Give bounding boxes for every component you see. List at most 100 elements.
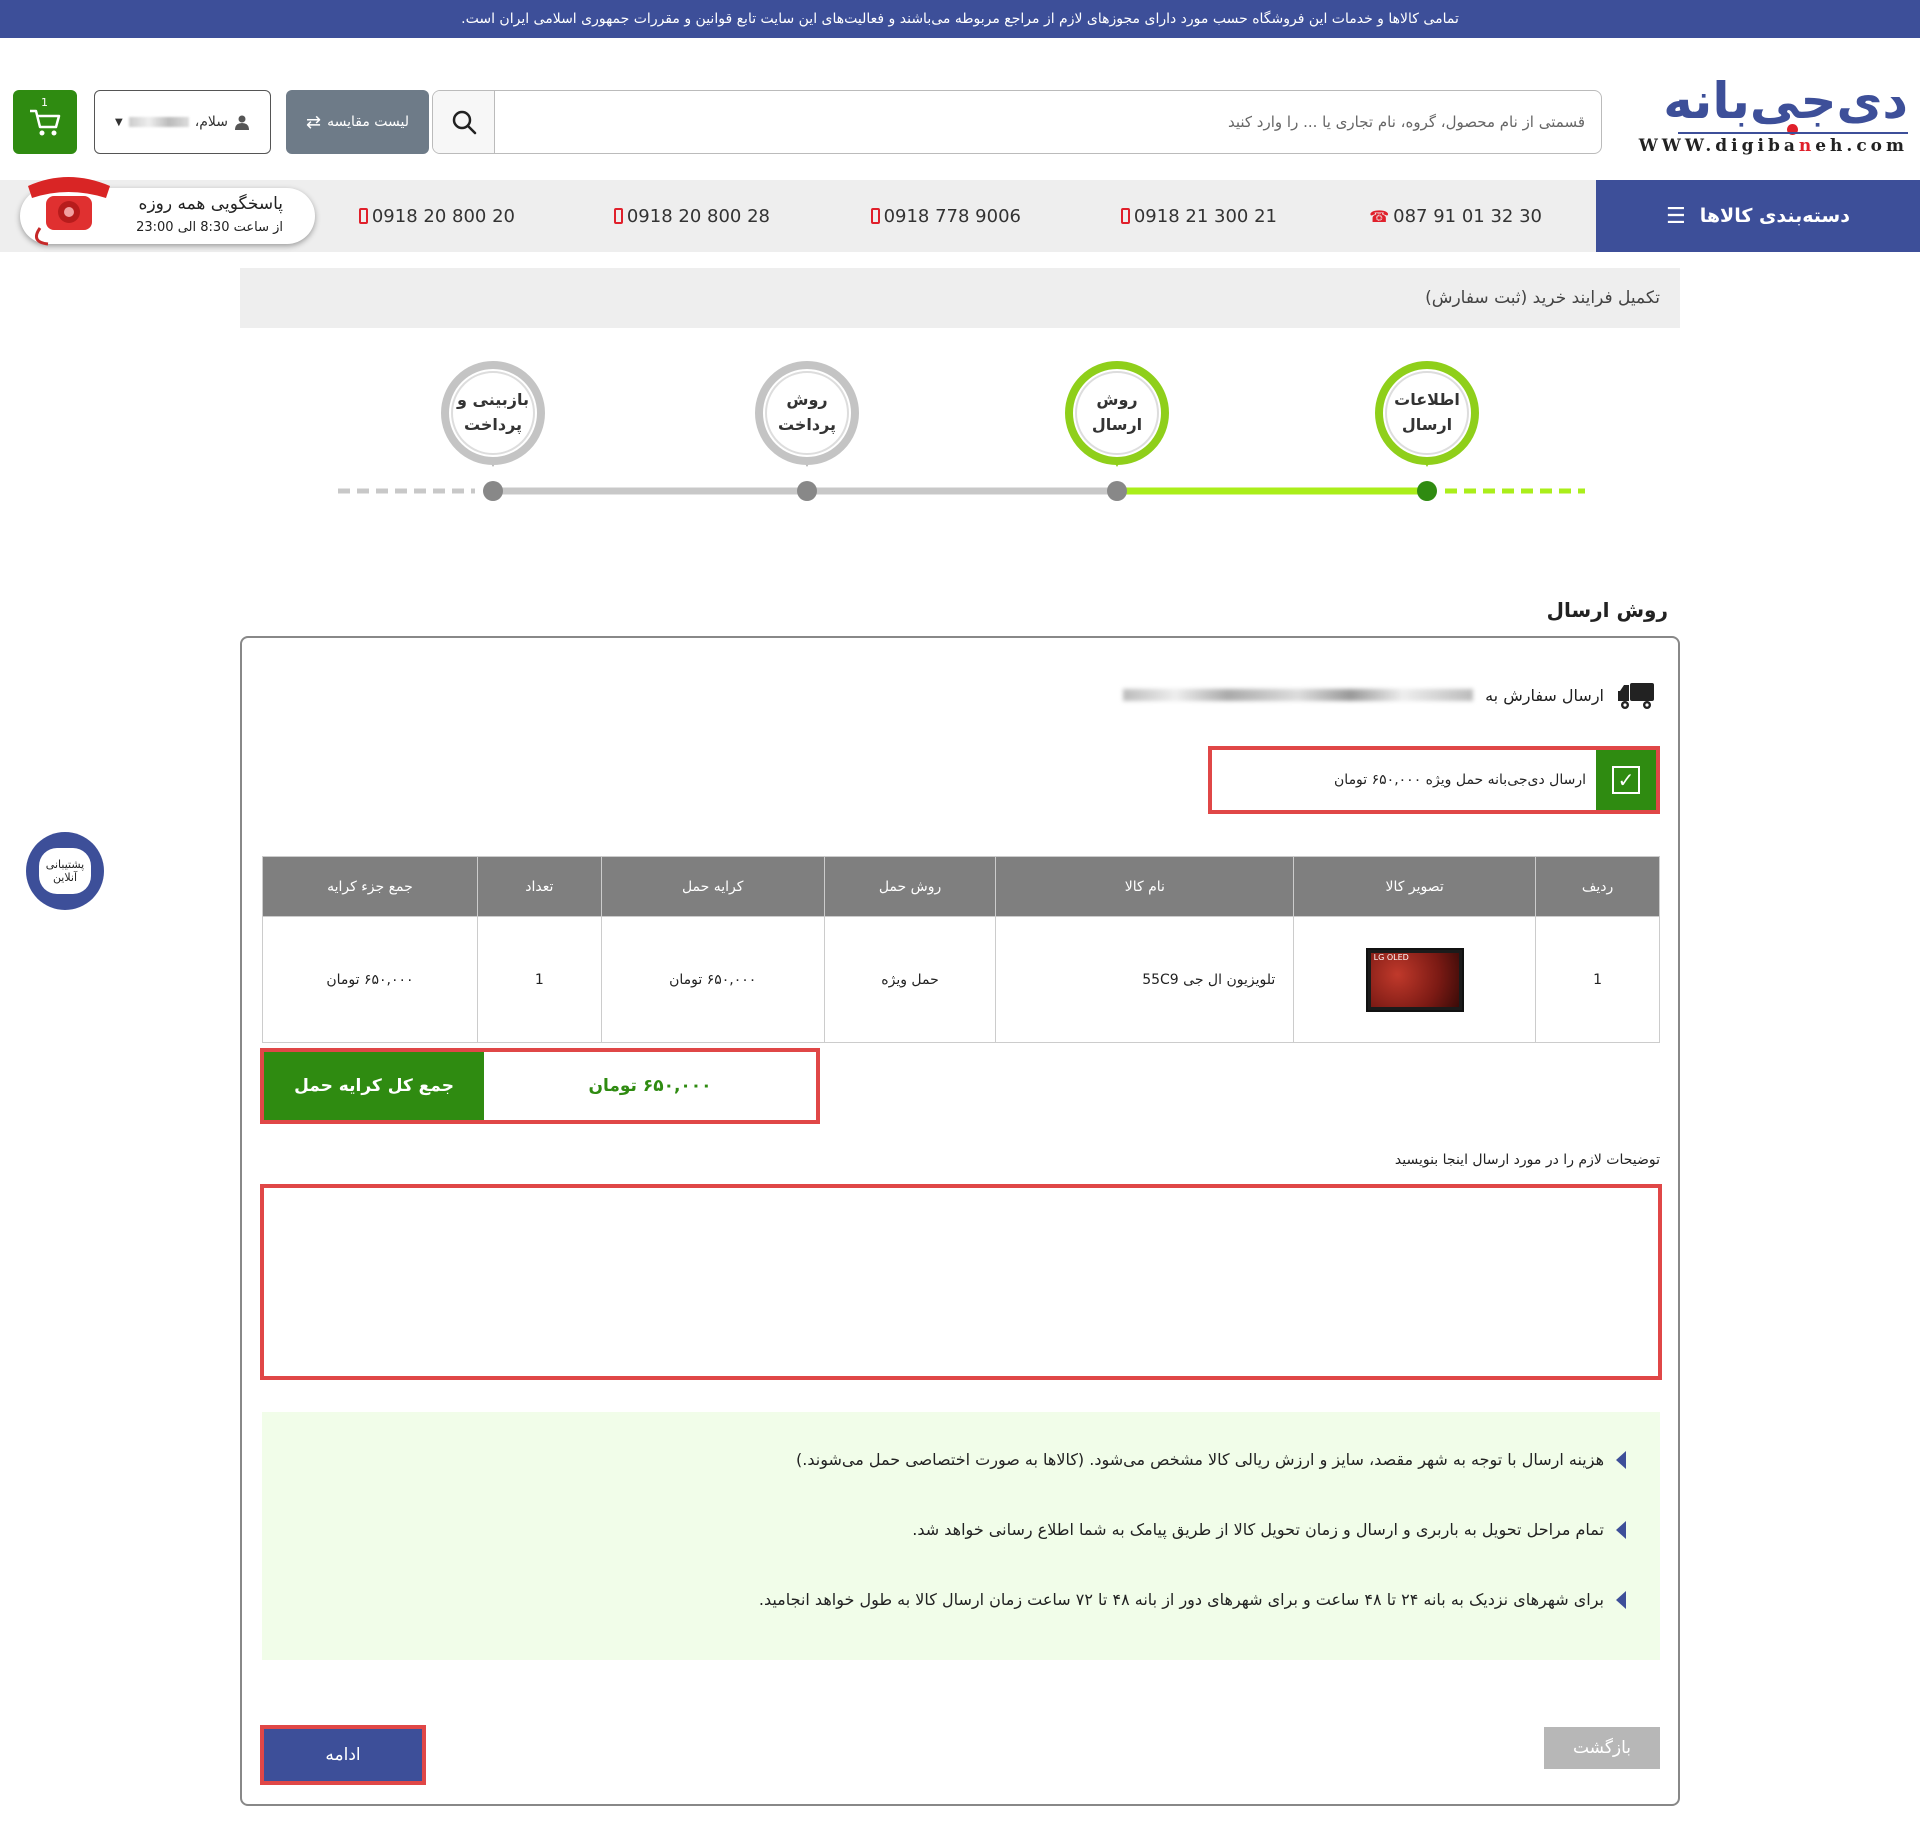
chevron-down-icon: ▼ (115, 116, 123, 128)
phone-number-text: 0918 20 800 20 (371, 205, 515, 227)
red-telephone-icon (28, 177, 110, 246)
table-row: 1 LG OLED تلویزیون ال جی 55C9 حمل ویژه ۶… (262, 916, 1660, 1043)
phone-number-mobile-3[interactable]: 0918 20 800 28 (613, 180, 770, 252)
shipping-method-cell: حمل ویژه (823, 916, 997, 1043)
step-label-shipping-method: روش ارسال (1091, 390, 1143, 434)
online-support-button[interactable]: پشتیبانی آنلاین (26, 832, 104, 910)
step-label-review-pay: بازبینی و پرداخت (457, 390, 529, 434)
mobile-icon (358, 208, 368, 224)
phone-number-text: 087 91 01 32 30 (1393, 205, 1542, 227)
contact-bar: دسته‌بندی کالاها ☰ ☎ 087 91 01 32 30 091… (0, 180, 1920, 252)
product-image[interactable]: LG OLED (1365, 947, 1464, 1012)
logo-wordmark: دی‌جی‌بانه (1663, 72, 1910, 130)
phone-number-mobile-2[interactable]: 0918 778 9006 (870, 180, 1021, 252)
quantity-cell: 1 (476, 916, 602, 1043)
product-name: تلویزیون ال جی 55C9 (995, 916, 1295, 1043)
shipping-method-card: ارسال سفارش به ✓ ارسال دی‌جی‌بانه حمل وی… (240, 636, 1680, 1806)
phone-number-text: 0918 778 9006 (883, 205, 1021, 227)
cart-button[interactable]: 1 (13, 90, 77, 154)
step-label-shipping-info: اطلاعات ارسال (1394, 390, 1460, 434)
address-redacted (1123, 689, 1474, 701)
swap-arrows-icon: ⇄ (306, 111, 322, 133)
row-index: 1 (1535, 916, 1660, 1043)
categories-label: دسته‌بندی کالاها (1699, 205, 1850, 227)
search-button[interactable] (433, 91, 495, 153)
support-hours-time: از ساعت 8:30 الی 23:00 (136, 220, 283, 235)
phone-number-mobile-1[interactable]: 0918 21 300 21 (1120, 180, 1277, 252)
menu-icon: ☰ (1666, 203, 1686, 229)
cart-icon (30, 109, 61, 136)
search-icon (452, 110, 476, 135)
table-header: کرایه حمل (600, 856, 825, 917)
user-greeting: سلام، (194, 114, 228, 130)
chat-bubble-icon: پشتیبانی آنلاین (39, 848, 91, 894)
search-input[interactable] (495, 91, 1601, 153)
phone-number-text: 0918 20 800 28 (626, 205, 770, 227)
compare-label: لیست مقایسه (327, 114, 410, 130)
user-account-dropdown[interactable]: سلام، ▼ (94, 90, 271, 154)
mobile-icon (613, 208, 623, 224)
shipping-info-box: هزینه ارسال با توجه به شهر مقصد، سایز و … (262, 1412, 1660, 1660)
info-text: هزینه ارسال با توجه به شهر مقصد، سایز و … (796, 1450, 1604, 1469)
page-title-text: تکمیل فرایند خرید (ثبت سفارش) (1425, 288, 1660, 308)
phone-number-text: 0918 21 300 21 (1133, 205, 1277, 227)
checkout-stepper: اطلاعات ارسال روش ارسال روش پرداخت بازبینی … (330, 355, 1590, 515)
bullet-arrow-icon (1616, 1520, 1626, 1539)
site-header: دی‌جی‌بانه WWW.digibaneh.com لیست مقایسه… (0, 38, 1920, 180)
mobile-icon (870, 208, 880, 224)
phone-number-mobile-4[interactable]: 0918 20 800 20 (358, 180, 515, 252)
continue-button[interactable]: ادامه (260, 1725, 426, 1785)
total-shipping-label: جمع کل کرایه حمل (264, 1052, 484, 1120)
shipping-items-table: ردیف تصویر کالا نام کالا روش حمل کرایه ح… (262, 856, 1660, 1043)
table-header: جمع جزء کرایه (262, 856, 478, 917)
logo-url: WWW.digibaneh.com (1638, 136, 1908, 156)
notes-label: توضیحات لازم را در مورد ارسال اینجا بنوی… (1394, 1152, 1660, 1168)
ship-to-address: ارسال سفارش به (1123, 678, 1656, 712)
shipping-option-checkbox[interactable]: ✓ (1596, 750, 1656, 810)
compare-list-button[interactable]: لیست مقایسه ⇄ (286, 90, 429, 154)
categories-menu-button[interactable]: دسته‌بندی کالاها ☰ (1596, 180, 1920, 252)
table-header: نام کالا (995, 856, 1295, 917)
search-bar (432, 90, 1602, 154)
online-support-line1: پشتیبانی (45, 858, 85, 871)
site-logo[interactable]: دی‌جی‌بانه WWW.digibaneh.com (1639, 68, 1910, 164)
table-header-row: ردیف تصویر کالا نام کالا روش حمل کرایه ح… (262, 856, 1660, 917)
checkmark-icon: ✓ (1612, 766, 1640, 794)
info-item: تمام مراحل تحویل به باربری و ارسال و زما… (912, 1520, 1626, 1539)
bullet-arrow-icon (1616, 1450, 1626, 1469)
support-hours-title: پاسخگویی همه روزه (138, 194, 283, 214)
table-header: ردیف (1535, 856, 1660, 917)
table-header: روش حمل (823, 856, 997, 917)
bullet-arrow-icon (1616, 1590, 1626, 1609)
shipping-method-heading: روش ارسال (1546, 598, 1668, 622)
product-image-cell: LG OLED (1293, 916, 1537, 1043)
table-header: تعداد (476, 856, 602, 917)
legal-notice-text: تمامی کالاها و خدمات این فروشگاه حسب مور… (461, 11, 1459, 27)
ship-to-label: ارسال سفارش به (1485, 685, 1604, 705)
shipping-option-label: ارسال دی‌جی‌بانه حمل ویژه ۶۵۰,۰۰۰ تومان (1212, 750, 1596, 810)
mobile-icon (1120, 208, 1130, 224)
legal-notice-bar: تمامی کالاها و خدمات این فروشگاه حسب مور… (0, 0, 1920, 38)
shipping-fee-cell: ۶۵۰,۰۰۰ تومان (600, 916, 825, 1043)
table-header: تصویر کالا (1293, 856, 1537, 917)
shipping-option-special[interactable]: ✓ ارسال دی‌جی‌بانه حمل ویژه ۶۵۰,۰۰۰ توما… (1208, 746, 1660, 814)
user-icon (235, 115, 249, 130)
online-support-line2: آنلاین (52, 871, 78, 884)
truck-icon (1618, 683, 1654, 709)
step-label-payment-method: روش پرداخت (777, 390, 837, 434)
info-item: برای شهرهای نزدیک به بانه ۲۴ تا ۴۸ ساعت … (759, 1590, 1626, 1609)
shipping-notes-textarea[interactable] (260, 1184, 1662, 1380)
subtotal-cell: ۶۵۰,۰۰۰ تومان (262, 916, 478, 1043)
cart-count: 1 (41, 96, 48, 109)
total-shipping-box: ۶۵۰,۰۰۰ تومان جمع کل کرایه حمل (260, 1048, 820, 1124)
info-text: تمام مراحل تحویل به باربری و ارسال و زما… (912, 1520, 1604, 1539)
logo-underline (1678, 132, 1908, 134)
info-item: هزینه ارسال با توجه به شهر مقصد، سایز و … (796, 1450, 1626, 1469)
info-text: برای شهرهای نزدیک به بانه ۲۴ تا ۴۸ ساعت … (758, 1590, 1604, 1609)
telephone-icon: ☎ (1369, 206, 1390, 226)
back-button[interactable]: بازگشت (1544, 1727, 1660, 1769)
total-shipping-value: ۶۵۰,۰۰۰ تومان (484, 1052, 816, 1120)
user-name-redacted (128, 117, 189, 127)
phone-number-landline[interactable]: ☎ 087 91 01 32 30 (1369, 180, 1542, 252)
page-title: تکمیل فرایند خرید (ثبت سفارش) (240, 268, 1680, 328)
